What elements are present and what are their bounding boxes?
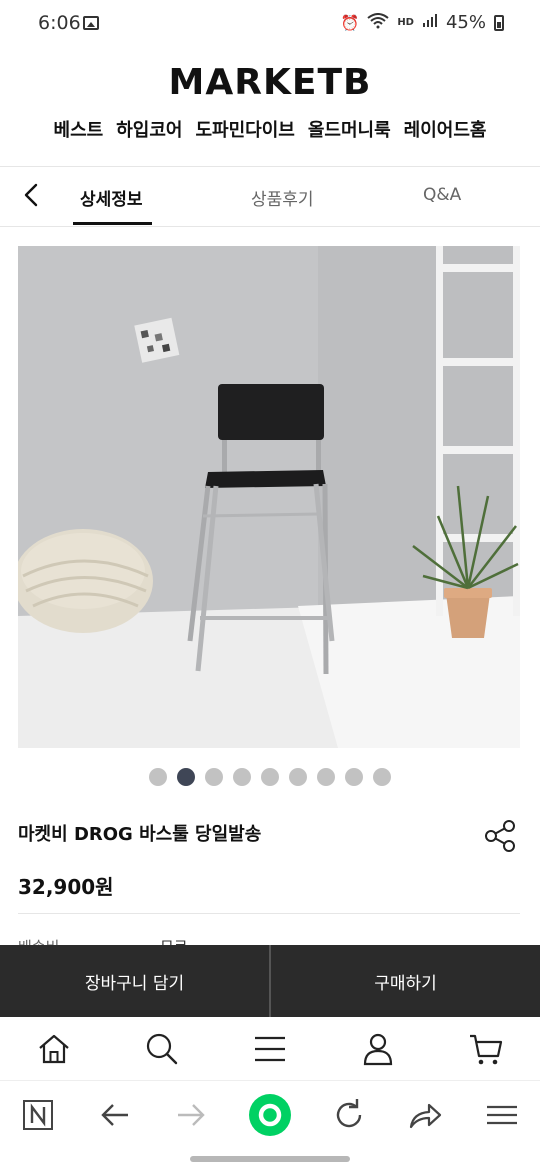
status-icons: ⏰ HD 45%	[341, 12, 504, 33]
carousel-dot[interactable]	[233, 768, 251, 786]
gesture-handle[interactable]	[190, 1156, 350, 1162]
naver-n-icon[interactable]	[18, 1095, 58, 1135]
category-best[interactable]: 베스트	[54, 116, 104, 142]
buy-now-button[interactable]: 구매하기	[271, 945, 540, 1017]
category-layered-home[interactable]: 레이어드홈	[404, 116, 487, 142]
my-account-icon[interactable]	[358, 1029, 398, 1069]
browser-forward-icon[interactable]	[171, 1095, 211, 1135]
carousel-dot[interactable]	[261, 768, 279, 786]
carousel-dot[interactable]	[317, 768, 335, 786]
hd-voice-label: HD	[397, 16, 414, 28]
product-title: 마켓비 DROG 바스툴 당일발송	[18, 824, 262, 845]
cart-icon[interactable]	[466, 1029, 506, 1069]
status-bar: 6:06 ⏰ HD 45%	[0, 0, 540, 50]
home-icon[interactable]	[34, 1029, 74, 1069]
gallery-notification-icon	[83, 16, 99, 30]
add-to-cart-button[interactable]: 장바구니 담기	[0, 945, 269, 1017]
detail-tabs: 상세정보 상품후기 Q&A	[0, 168, 540, 227]
signal-icon	[422, 12, 438, 33]
category-menu: 베스트 하입코어 도파민다이브 올드머니룩 레이어드홈	[0, 116, 540, 142]
battery-percent: 45%	[445, 12, 486, 33]
site-logo[interactable]: MARKETB	[0, 62, 540, 103]
carousel-dots	[0, 768, 540, 786]
share-forward-icon[interactable]	[405, 1095, 445, 1135]
info-divider	[18, 913, 520, 914]
category-hypecore[interactable]: 하입코어	[116, 116, 182, 142]
browser-home-green-icon[interactable]	[248, 1093, 292, 1137]
battery-icon	[494, 14, 504, 31]
active-tab-indicator	[73, 222, 152, 225]
bottom-nav	[0, 1017, 540, 1081]
category-dopamine-dive[interactable]: 도파민다이브	[195, 116, 294, 142]
carousel-dot[interactable]	[373, 768, 391, 786]
browser-menu-icon[interactable]	[482, 1095, 522, 1135]
menu-icon[interactable]	[250, 1029, 290, 1069]
browser-toolbar	[0, 1081, 540, 1149]
tab-details[interactable]: 상세정보	[80, 185, 143, 210]
refresh-icon[interactable]	[329, 1095, 369, 1135]
alarm-icon: ⏰	[340, 13, 360, 32]
tab-qna[interactable]: Q&A	[423, 185, 461, 205]
carousel-dot[interactable]	[205, 768, 223, 786]
carousel-dot[interactable]	[149, 768, 167, 786]
browser-back-icon[interactable]	[95, 1095, 135, 1135]
back-arrow-icon[interactable]	[18, 180, 48, 210]
purchase-bar: 장바구니 담기 구매하기	[0, 945, 540, 1017]
wifi-icon	[367, 12, 389, 33]
status-time: 6:06	[38, 12, 81, 34]
search-icon[interactable]	[142, 1029, 182, 1069]
category-old-money-look[interactable]: 올드머니룩	[308, 116, 391, 142]
share-icon[interactable]	[482, 818, 518, 854]
product-price: 32,900원	[18, 875, 114, 899]
tab-reviews[interactable]: 상품후기	[251, 185, 314, 210]
header-divider	[0, 166, 540, 167]
carousel-dot[interactable]	[345, 768, 363, 786]
product-image[interactable]	[18, 246, 520, 748]
carousel-dot[interactable]	[289, 768, 307, 786]
carousel-dot[interactable]	[177, 768, 195, 786]
